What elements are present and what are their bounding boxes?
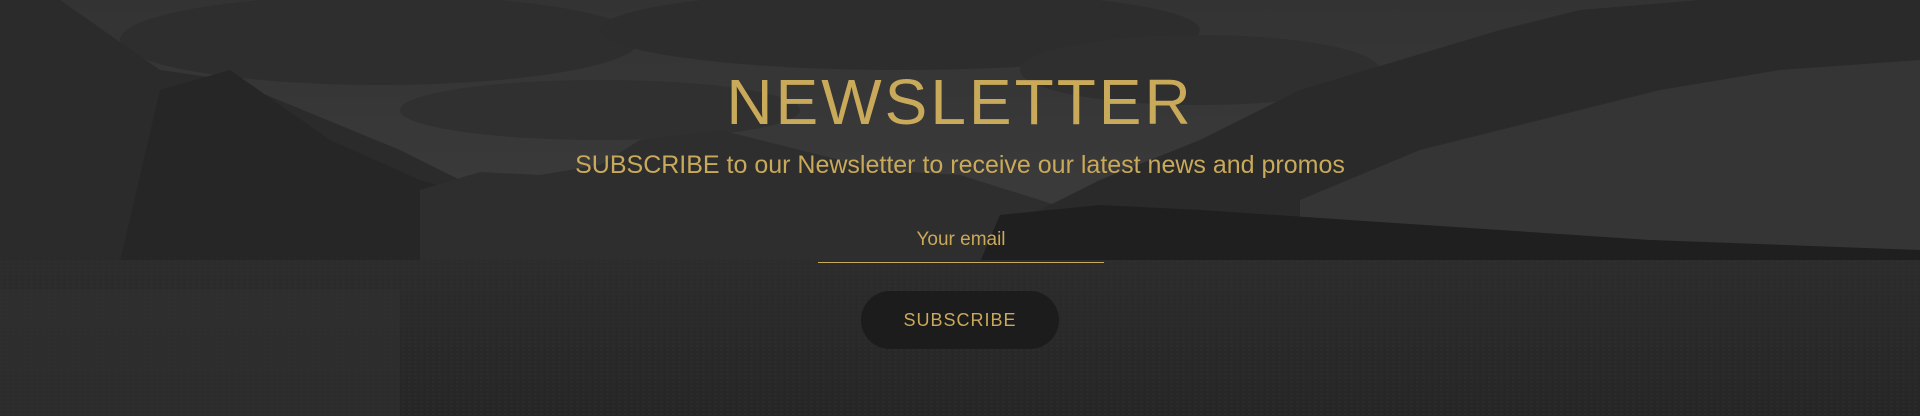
newsletter-content: NEWSLETTER SUBSCRIBE to our Newsletter t… [0,0,1920,416]
newsletter-section: NEWSLETTER SUBSCRIBE to our Newsletter t… [0,0,1920,416]
email-field-wrapper [818,218,1104,263]
newsletter-title: NEWSLETTER [726,66,1194,138]
subscribe-button[interactable]: SUBSCRIBE [861,291,1059,349]
newsletter-subtitle: SUBSCRIBE to our Newsletter to receive o… [575,151,1345,179]
email-input[interactable] [818,218,1104,262]
